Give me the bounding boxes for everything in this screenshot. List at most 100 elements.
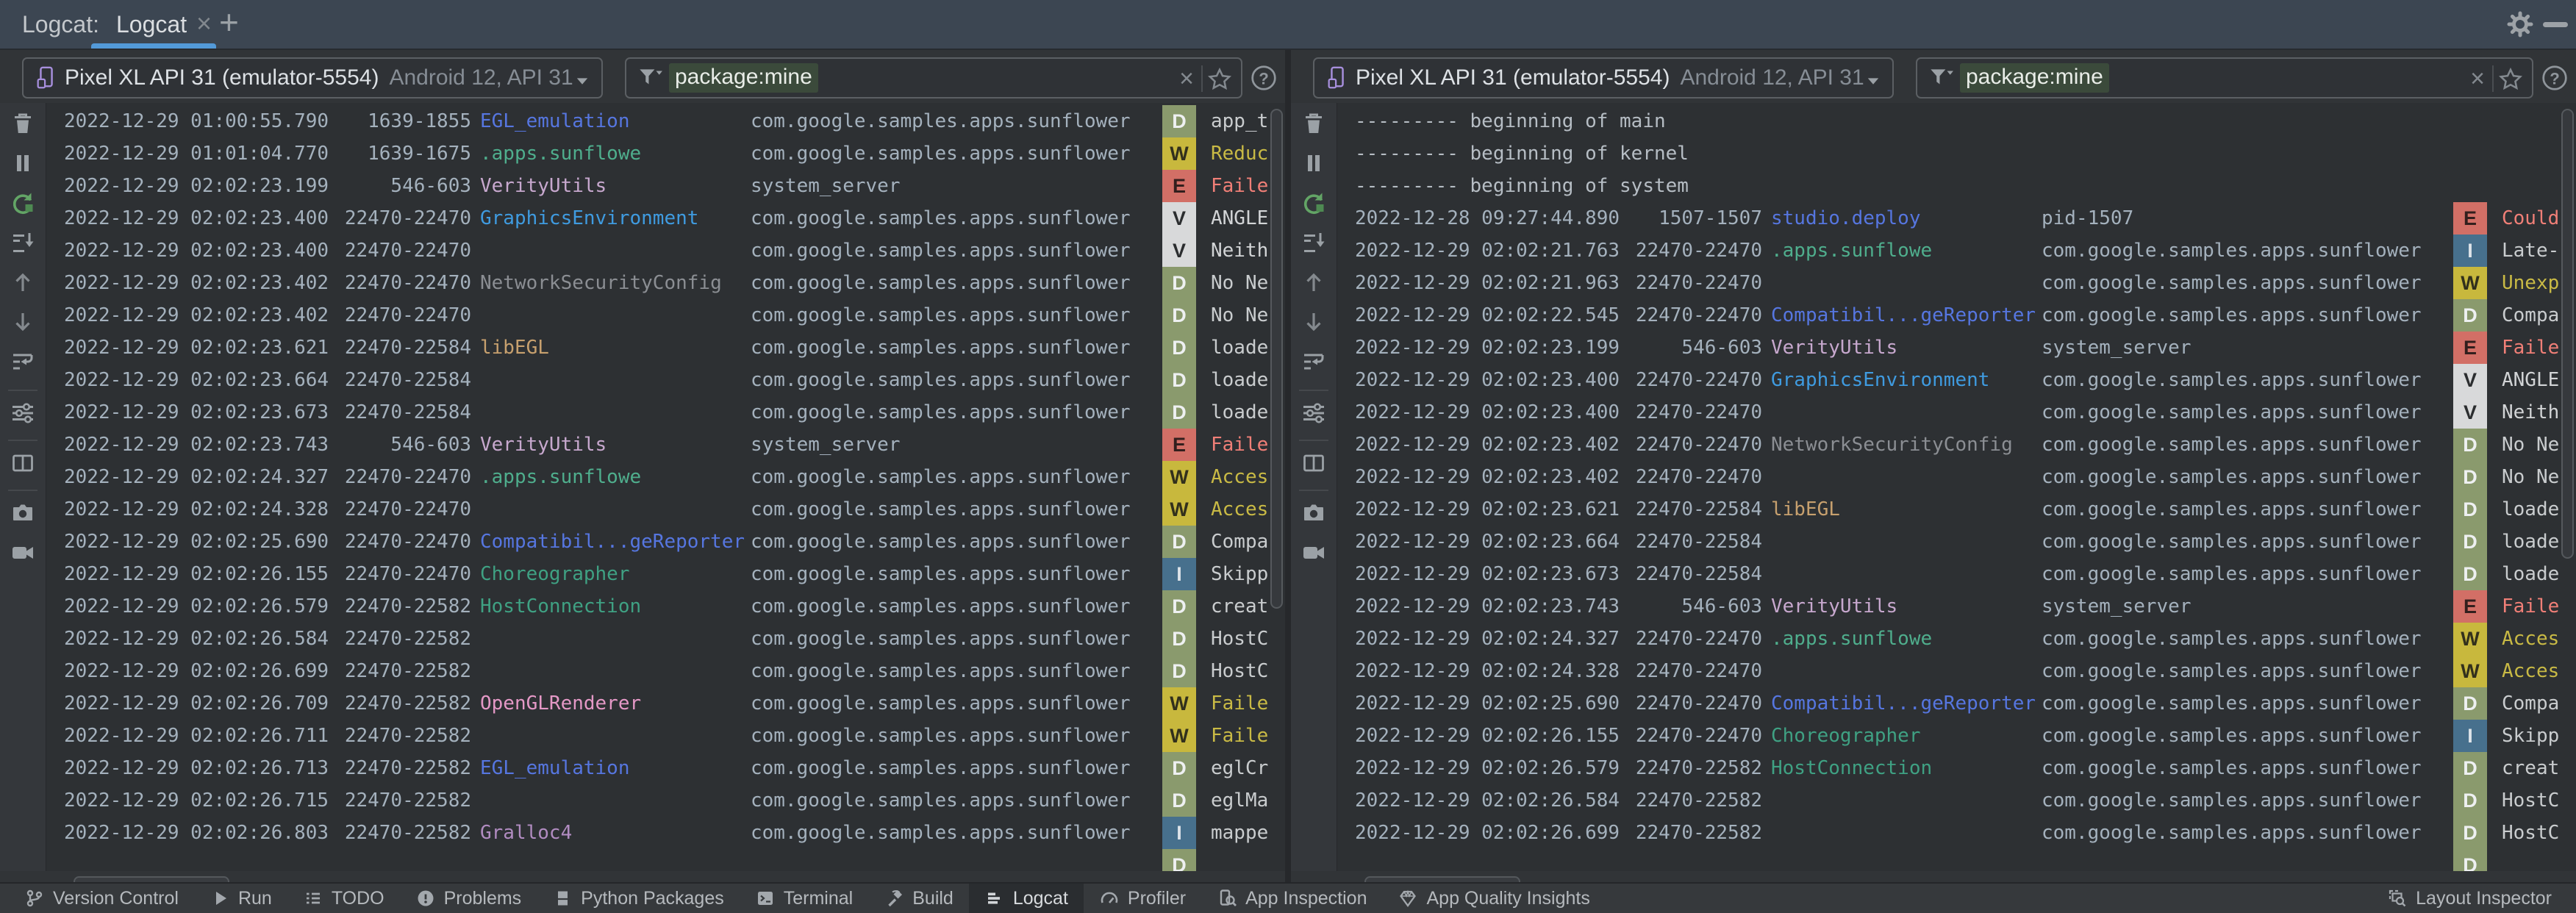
previous-occurrence-icon[interactable] — [1300, 269, 1327, 296]
log-row[interactable]: 2022-12-29 02:02:23.199 546-603 VerityUtil… — [46, 170, 1285, 202]
close-icon[interactable]: × — [196, 0, 212, 47]
status-item-todo[interactable]: TODO — [287, 884, 400, 913]
log-row[interactable]: 2022-12-29 02:02:23.400 22470-22470 com.go… — [1337, 396, 2576, 429]
log-row[interactable]: 2022-12-29 02:02:24.328 22470-22470 com.go… — [1337, 655, 2576, 687]
log-row[interactable]: --------- beginning of kernel — [1337, 137, 2576, 170]
panel-splitter[interactable] — [1285, 50, 1291, 882]
log-row[interactable]: 2022-12-29 02:02:24.327 22470-22470 .apps.… — [1337, 623, 2576, 655]
status-item-version-control[interactable]: Version Control — [9, 884, 194, 913]
clear-logcat-icon[interactable] — [1300, 110, 1327, 137]
log-row[interactable]: 2022-12-29 02:02:23.402 22470-22470 Networ… — [46, 267, 1285, 299]
log-row[interactable]: 2022-12-29 02:02:23.402 22470-22470 com.go… — [46, 299, 1285, 332]
status-item-python-packages[interactable]: Python Packages — [537, 884, 740, 913]
help-icon[interactable]: ? — [2541, 64, 2569, 92]
tab-logcat[interactable]: Logcat × — [91, 0, 216, 49]
log-row[interactable]: 2022-12-29 02:02:26.584 22470-22582 com.go… — [1337, 784, 2576, 817]
clear-filter-icon[interactable]: × — [1179, 59, 1194, 99]
log-row[interactable]: 2022-12-29 02:02:25.690 22470-22470 Compat… — [1337, 687, 2576, 720]
device-selector[interactable]: Pixel XL API 31 (emulator-5554) Android … — [22, 57, 603, 99]
log-row[interactable]: 2022-12-29 02:02:23.621 22470-22584 libEGL… — [46, 332, 1285, 364]
screenshot-icon[interactable] — [10, 500, 36, 526]
status-item-run[interactable]: Run — [194, 884, 287, 913]
log-row[interactable]: 2022-12-29 02:02:26.579 22470-22582 HostCo… — [46, 590, 1285, 623]
log-row[interactable]: 2022-12-29 01:00:55.790 1639-1855 EGL_emul… — [46, 105, 1285, 137]
status-item-problems[interactable]: Problems — [400, 884, 537, 913]
log-row[interactable]: 2022-12-29 02:02:26.155 22470-22470 Choreo… — [1337, 720, 2576, 752]
screenshot-icon[interactable] — [1300, 500, 1327, 526]
status-item-terminal[interactable]: Terminal — [740, 884, 868, 913]
star-icon[interactable] — [1206, 65, 1234, 93]
device-selector[interactable]: Pixel XL API 31 (emulator-5554) Android … — [1313, 57, 1894, 99]
log-row[interactable]: D — [46, 849, 1285, 871]
log-row[interactable]: 2022-12-29 02:02:23.673 22470-22584 com.go… — [46, 396, 1285, 429]
log-row[interactable]: 2022-12-29 02:02:21.763 22470-22470 .apps.… — [1337, 234, 2576, 267]
log-row[interactable]: 2022-12-29 02:02:23.402 22470-22470 com.go… — [1337, 461, 2576, 493]
log-row[interactable]: 2022-12-29 02:02:23.743 546-603 VerityUtil… — [1337, 590, 2576, 623]
log-row[interactable]: 2022-12-28 09:27:44.890 1507-1507 studio.d… — [1337, 202, 2576, 234]
log-row[interactable]: 2022-12-29 02:02:26.699 22470-22582 com.go… — [46, 655, 1285, 687]
log-row[interactable]: 2022-12-29 02:02:21.963 22470-22470 com.go… — [1337, 267, 2576, 299]
log-row[interactable]: D — [1337, 849, 2576, 871]
status-item-app-inspection[interactable]: App Inspection — [1201, 884, 1382, 913]
configure-logcat-icon[interactable] — [10, 400, 36, 426]
log-row[interactable]: --------- beginning of system — [1337, 170, 2576, 202]
configure-logcat-icon[interactable] — [1300, 400, 1327, 426]
restart-logcat-icon[interactable] — [1300, 190, 1327, 216]
soft-wrap-icon[interactable] — [10, 348, 36, 375]
log-row[interactable]: 2022-12-29 02:02:26.155 22470-22470 Choreo… — [46, 558, 1285, 590]
log-row[interactable]: 2022-12-29 02:02:23.673 22470-22584 com.go… — [1337, 558, 2576, 590]
log-row[interactable]: 2022-12-29 02:02:24.327 22470-22470 .apps.… — [46, 461, 1285, 493]
status-item-app-quality-insights[interactable]: App Quality Insights — [1382, 884, 1605, 913]
pause-logcat-icon[interactable] — [1300, 150, 1327, 176]
log-row[interactable]: 2022-12-29 02:02:26.584 22470-22582 com.go… — [46, 623, 1285, 655]
split-panels-icon[interactable] — [1300, 450, 1327, 476]
log-row[interactable]: 2022-12-29 02:02:23.400 22470-22470 Graphi… — [1337, 364, 2576, 396]
next-occurrence-icon[interactable] — [10, 309, 36, 335]
vertical-scrollbar[interactable] — [1270, 109, 1283, 609]
filter-input[interactable]: package:mine × — [1916, 57, 2533, 99]
log-row[interactable]: 2022-12-29 02:02:26.711 22470-22582 com.go… — [46, 720, 1285, 752]
pause-logcat-icon[interactable] — [10, 150, 36, 176]
log-row[interactable]: 2022-12-29 02:02:23.664 22470-22584 com.go… — [1337, 526, 2576, 558]
hide-toolwindow-icon[interactable] — [2541, 10, 2570, 40]
status-item-profiler[interactable]: Profiler — [1084, 884, 1201, 913]
scroll-to-end-icon[interactable] — [10, 229, 36, 256]
filter-funnel-icon[interactable] — [1926, 64, 1954, 92]
log-row[interactable]: 2022-12-29 02:02:23.621 22470-22584 libEGL… — [1337, 493, 2576, 526]
log-row[interactable]: 2022-12-29 02:02:23.402 22470-22470 Networ… — [1337, 429, 2576, 461]
previous-occurrence-icon[interactable] — [10, 269, 36, 296]
log-row[interactable]: 2022-12-29 02:02:24.328 22470-22470 com.go… — [46, 493, 1285, 526]
clear-filter-icon[interactable]: × — [2470, 59, 2485, 99]
log-row[interactable]: 2022-12-29 01:01:04.770 1639-1675 .apps.su… — [46, 137, 1285, 170]
star-icon[interactable] — [2497, 65, 2525, 93]
add-tab-button[interactable]: + — [219, 0, 239, 44]
screen-record-icon[interactable] — [1300, 540, 1327, 566]
status-item-build[interactable]: Build — [868, 884, 969, 913]
log-row[interactable]: 2022-12-29 02:02:26.715 22470-22582 com.go… — [46, 784, 1285, 817]
log-row[interactable]: 2022-12-29 02:02:22.545 22470-22470 Compat… — [1337, 299, 2576, 332]
help-icon[interactable]: ? — [1250, 64, 1278, 92]
log-row[interactable]: 2022-12-29 02:02:25.690 22470-22470 Compat… — [46, 526, 1285, 558]
vertical-scrollbar[interactable] — [2561, 109, 2574, 559]
gear-icon[interactable] — [2505, 10, 2535, 39]
status-item-layout-inspector[interactable]: Layout Inspector — [2372, 884, 2567, 913]
next-occurrence-icon[interactable] — [1300, 309, 1327, 335]
restart-logcat-icon[interactable] — [10, 190, 36, 216]
log-row[interactable]: 2022-12-29 02:02:23.743 546-603 VerityUtil… — [46, 429, 1285, 461]
filter-input[interactable]: package:mine × — [625, 57, 1242, 99]
log-row[interactable]: 2022-12-29 02:02:26.713 22470-22582 EGL_em… — [46, 752, 1285, 784]
log-row[interactable]: 2022-12-29 02:02:23.400 22470-22470 com.go… — [46, 234, 1285, 267]
log-row[interactable]: 2022-12-29 02:02:26.699 22470-22582 com.go… — [1337, 817, 2576, 849]
log-row[interactable]: --------- beginning of main — [1337, 105, 2576, 137]
log-row[interactable]: 2022-12-29 02:02:23.400 22470-22470 Graphi… — [46, 202, 1285, 234]
log-row[interactable]: 2022-12-29 02:02:23.664 22470-22584 com.go… — [46, 364, 1285, 396]
status-item-logcat[interactable]: Logcat — [968, 884, 1084, 913]
soft-wrap-icon[interactable] — [1300, 348, 1327, 375]
screen-record-icon[interactable] — [10, 540, 36, 566]
split-panels-icon[interactable] — [10, 450, 36, 476]
log-row[interactable]: 2022-12-29 02:02:26.709 22470-22582 OpenGL… — [46, 687, 1285, 720]
filter-funnel-icon[interactable] — [635, 64, 663, 92]
log-row[interactable]: 2022-12-29 02:02:23.199 546-603 VerityUtil… — [1337, 332, 2576, 364]
scroll-to-end-icon[interactable] — [1300, 229, 1327, 256]
log-row[interactable]: 2022-12-29 02:02:26.579 22470-22582 HostCo… — [1337, 752, 2576, 784]
